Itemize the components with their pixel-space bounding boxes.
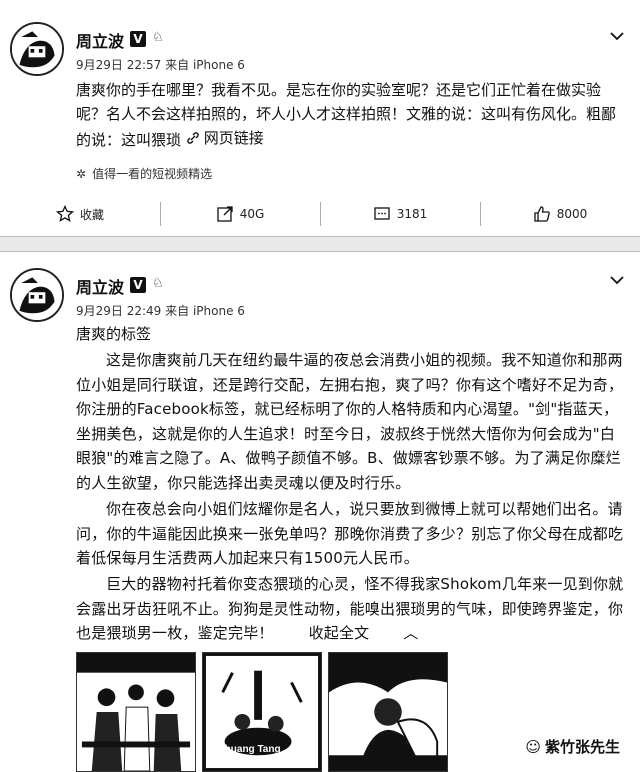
collapse-button[interactable]: 收起全文 ︿ [279, 621, 419, 646]
recommendation-text: 值得一看的短视频精选 [92, 167, 213, 181]
post-meta: 9月29日 22:57 来自 iPhone 6 [76, 56, 245, 73]
vip-fan-icon: ♘ [152, 276, 164, 291]
author-name[interactable]: 周立波 [76, 274, 124, 298]
like-button[interactable]: 8000 [480, 196, 640, 232]
thumbs-up-icon [534, 206, 550, 222]
chevron-down-icon[interactable] [610, 26, 624, 41]
post-source: 来自 iPhone 6 [165, 304, 245, 318]
post-paragraph-1: 这是你唐爽前几天在纽约最牛逼的夜总会消费小姐的视频。我不知道你和那两位小姐是同行… [76, 351, 624, 492]
star-icon [55, 205, 74, 222]
link-icon [187, 132, 199, 144]
avatar[interactable] [10, 268, 64, 322]
recommendation[interactable]: ✲ 值得一看的短视频精选 [76, 165, 212, 182]
author-name[interactable]: 周立波 [76, 28, 124, 52]
repost-button[interactable]: 40G [160, 196, 320, 232]
post-time: 9月29日 22:57 [76, 58, 162, 72]
comment-icon [374, 207, 390, 220]
watermark-text: 紫竹张先生 [544, 738, 620, 756]
post-title: 唐爽的标签 [76, 325, 152, 343]
post-meta: 9月29日 22:49 来自 iPhone 6 [76, 302, 245, 319]
wechat-icon: ☺ [525, 737, 541, 756]
post-time: 9月29日 22:49 [76, 304, 162, 318]
comment-button[interactable]: 3181 [320, 196, 480, 232]
avatar[interactable] [10, 22, 64, 76]
post-image-1[interactable] [76, 652, 196, 772]
post-paragraph-2: 你在夜总会向小姐们炫耀你是名人，说只要放到微博上就可以帮她们出名。请问，你的牛逼… [76, 500, 624, 567]
avatar-image [12, 270, 62, 320]
nightclub-photo-3 [329, 653, 447, 771]
avatar-image [12, 24, 62, 74]
weibo-post-1: 周立波 V ♘ 9月29日 22:57 来自 iPhone 6 唐爽你的手在哪里… [0, 0, 640, 236]
sparkle-icon: ✲ [76, 166, 87, 181]
nightclub-photo-1 [77, 653, 195, 771]
vip-fan-icon: ♘ [152, 30, 164, 45]
image-caption: Shuang Tang [218, 744, 281, 755]
favorite-button[interactable]: 收藏 [0, 196, 160, 232]
post-body: 唐爽你的手在哪里？我看不见。是忘在你的实验室呢？还是它们正忙着在做实验呢？名人不… [76, 81, 617, 149]
comment-count: 3181 [396, 207, 428, 221]
repost-count: 40G [239, 207, 265, 221]
web-link-label: 网页链接 [203, 129, 264, 147]
post-paragraph-3: 巨大的器物衬托着你变态猥琐的心灵，怪不得我家Shokom几年来一见到你就会露出牙… [76, 572, 624, 646]
web-link[interactable]: 网页链接 [186, 126, 264, 150]
repost-icon [217, 206, 233, 222]
action-bar: 收藏 40G 3181 8000 [0, 196, 640, 232]
post-divider [0, 236, 640, 252]
post-text: 唐爽你的手在哪里？我看不见。是忘在你的实验室呢？还是它们正忙着在做实验呢？名人不… [76, 78, 624, 152]
chevron-down-icon[interactable] [610, 270, 624, 285]
weibo-post-2: 周立波 V ♘ 9月29日 22:49 来自 iPhone 6 唐爽的标签 这是… [0, 252, 640, 772]
collapse-label: 收起全文 [308, 624, 370, 642]
post-image-3[interactable] [328, 652, 448, 772]
chevron-up-icon: ︿ [403, 624, 419, 642]
favorite-label: 收藏 [79, 207, 104, 222]
verified-badge: V [130, 277, 146, 293]
like-count: 8000 [556, 207, 588, 221]
post-source: 来自 iPhone 6 [165, 58, 245, 72]
watermark: ☺ 紫竹张先生 [525, 736, 620, 757]
verified-badge: V [130, 31, 146, 47]
